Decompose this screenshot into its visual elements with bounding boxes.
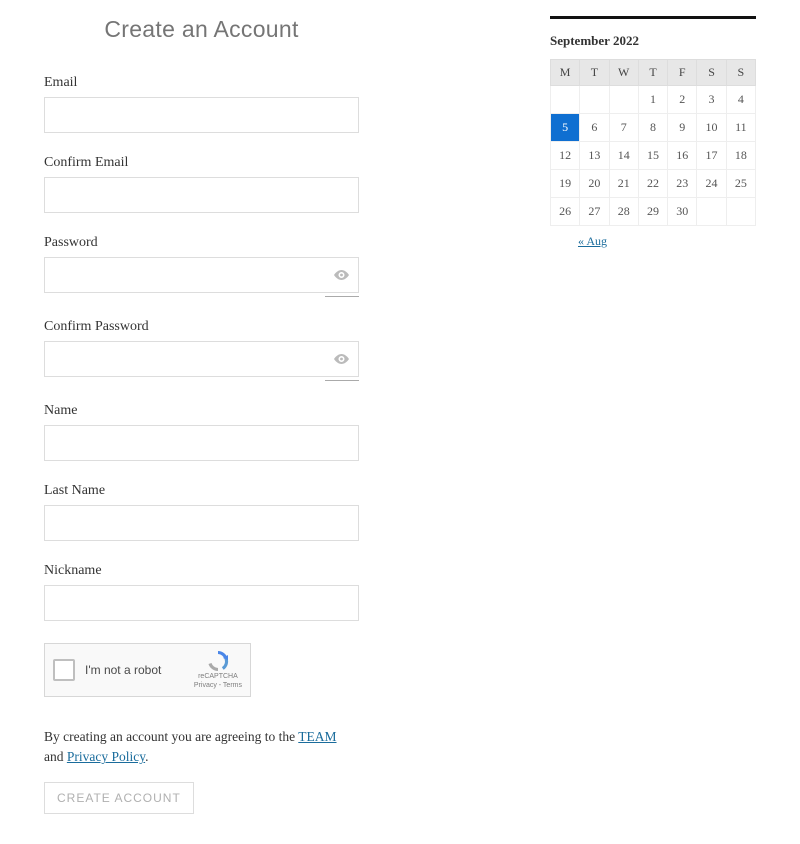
calendar-day bbox=[580, 86, 609, 114]
privacy-policy-link[interactable]: Privacy Policy bbox=[67, 749, 145, 764]
calendar-day[interactable]: 9 bbox=[668, 114, 697, 142]
weekday-header: S bbox=[697, 60, 726, 86]
calendar-day[interactable]: 28 bbox=[609, 198, 638, 226]
calendar-day[interactable]: 19 bbox=[551, 170, 580, 198]
recaptcha-widget[interactable]: I'm not a robot reCAPTCHA Privacy - Term… bbox=[44, 643, 251, 697]
calendar-day[interactable]: 22 bbox=[638, 170, 667, 198]
recaptcha-checkbox[interactable] bbox=[53, 659, 75, 681]
calendar-day bbox=[551, 86, 580, 114]
eye-icon[interactable] bbox=[334, 270, 349, 280]
calendar-day[interactable]: 27 bbox=[580, 198, 609, 226]
calendar-day[interactable]: 17 bbox=[697, 142, 726, 170]
weekday-header: T bbox=[580, 60, 609, 86]
calendar-day[interactable]: 1 bbox=[638, 86, 667, 114]
calendar-day[interactable]: 18 bbox=[726, 142, 755, 170]
weekday-header: M bbox=[551, 60, 580, 86]
calendar-day[interactable]: 10 bbox=[697, 114, 726, 142]
calendar-day[interactable]: 6 bbox=[580, 114, 609, 142]
nickname-label: Nickname bbox=[44, 563, 359, 579]
calendar-day[interactable]: 20 bbox=[580, 170, 609, 198]
calendar-day[interactable]: 21 bbox=[609, 170, 638, 198]
nickname-field[interactable] bbox=[44, 585, 359, 621]
password-label: Password bbox=[44, 235, 359, 251]
calendar-day[interactable]: 13 bbox=[580, 142, 609, 170]
legal-text: By creating an account you are agreeing … bbox=[44, 727, 359, 768]
calendar-day bbox=[609, 86, 638, 114]
calendar-day[interactable]: 15 bbox=[638, 142, 667, 170]
calendar-day bbox=[726, 198, 755, 226]
email-label: Email bbox=[44, 75, 359, 91]
calendar-day bbox=[697, 198, 726, 226]
calendar-month: September 2022 bbox=[550, 33, 756, 49]
calendar-day[interactable]: 26 bbox=[551, 198, 580, 226]
name-field[interactable] bbox=[44, 425, 359, 461]
recaptcha-label: I'm not a robot bbox=[85, 663, 194, 677]
calendar-day[interactable]: 12 bbox=[551, 142, 580, 170]
calendar-day[interactable]: 2 bbox=[668, 86, 697, 114]
confirm-password-field[interactable] bbox=[44, 341, 359, 377]
eye-icon[interactable] bbox=[334, 354, 349, 364]
calendar-day[interactable]: 30 bbox=[668, 198, 697, 226]
name-label: Name bbox=[44, 403, 359, 419]
calendar-day[interactable]: 24 bbox=[697, 170, 726, 198]
recaptcha-icon bbox=[206, 650, 230, 672]
calendar-day[interactable]: 11 bbox=[726, 114, 755, 142]
recaptcha-brand: reCAPTCHA Privacy - Terms bbox=[194, 650, 242, 690]
weekday-header: T bbox=[638, 60, 667, 86]
password-field[interactable] bbox=[44, 257, 359, 293]
confirm-email-field[interactable] bbox=[44, 177, 359, 213]
prev-month-link[interactable]: « Aug bbox=[578, 234, 607, 249]
calendar-day[interactable]: 4 bbox=[726, 86, 755, 114]
calendar-day[interactable]: 3 bbox=[697, 86, 726, 114]
calendar-day[interactable]: 7 bbox=[609, 114, 638, 142]
calendar-day[interactable]: 29 bbox=[638, 198, 667, 226]
confirm-password-label: Confirm Password bbox=[44, 319, 359, 335]
weekday-header: F bbox=[668, 60, 697, 86]
create-account-button[interactable]: CREATE ACCOUNT bbox=[44, 782, 194, 814]
page-title: Create an Account bbox=[44, 16, 359, 43]
password-underline bbox=[325, 296, 359, 297]
weekday-header: W bbox=[609, 60, 638, 86]
last-name-field[interactable] bbox=[44, 505, 359, 541]
calendar-day[interactable]: 16 bbox=[668, 142, 697, 170]
password-underline bbox=[325, 380, 359, 381]
email-field[interactable] bbox=[44, 97, 359, 133]
team-link[interactable]: TEAM bbox=[298, 729, 336, 744]
calendar-day[interactable]: 8 bbox=[638, 114, 667, 142]
calendar-day[interactable]: 5 bbox=[551, 114, 580, 142]
sidebar-divider bbox=[550, 16, 756, 19]
weekday-header: S bbox=[726, 60, 755, 86]
calendar-day[interactable]: 25 bbox=[726, 170, 755, 198]
calendar-day[interactable]: 23 bbox=[668, 170, 697, 198]
calendar-day[interactable]: 14 bbox=[609, 142, 638, 170]
last-name-label: Last Name bbox=[44, 483, 359, 499]
confirm-email-label: Confirm Email bbox=[44, 155, 359, 171]
calendar-table: M T W T F S S 12345678910111213141516171… bbox=[550, 59, 756, 226]
